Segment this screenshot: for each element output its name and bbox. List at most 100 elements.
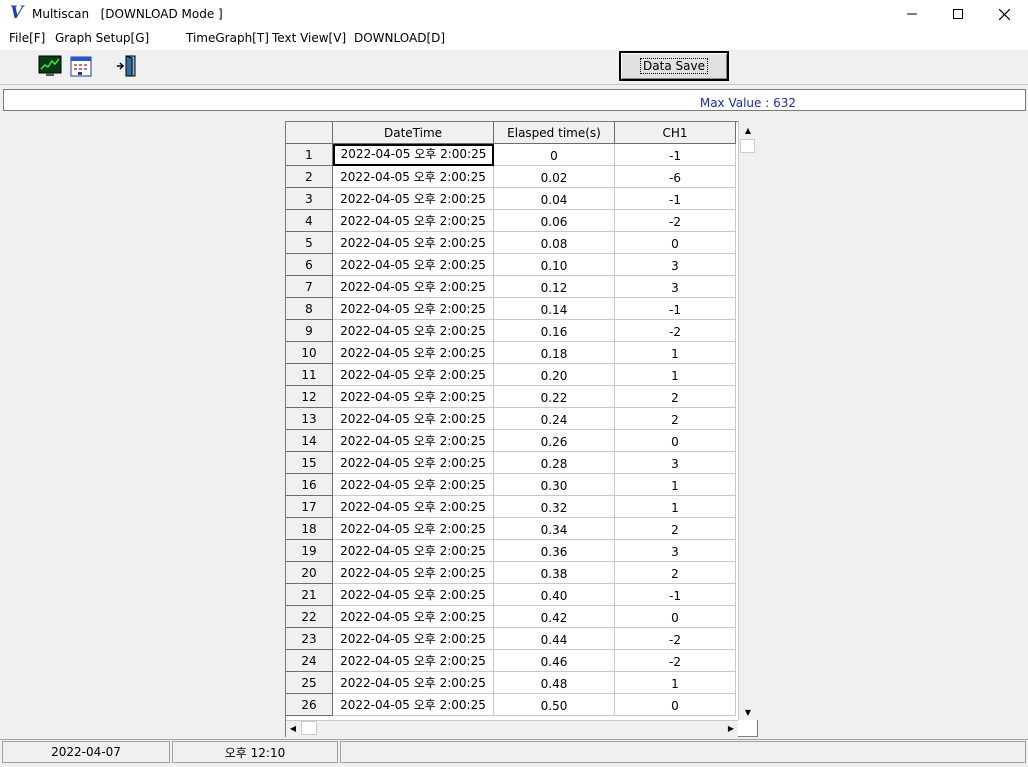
cell-ch1[interactable]: 2 bbox=[615, 408, 736, 430]
row-number[interactable]: 19 bbox=[286, 540, 333, 562]
cell-elapsed-time[interactable]: 0.28 bbox=[494, 452, 615, 474]
cell-datetime[interactable]: 2022-04-05 오후 2:00:25 bbox=[333, 474, 494, 496]
table-row[interactable]: 16 2022-04-05 오후 2:00:25 0.30 1 bbox=[286, 474, 738, 496]
graph-monitor-button[interactable] bbox=[37, 53, 63, 79]
close-button[interactable] bbox=[981, 0, 1027, 28]
row-number[interactable]: 2 bbox=[286, 166, 333, 188]
cell-ch1[interactable]: 2 bbox=[615, 562, 736, 584]
cell-elapsed-time[interactable]: 0.40 bbox=[494, 584, 615, 606]
cell-datetime[interactable]: 2022-04-05 오후 2:00:25 bbox=[333, 562, 494, 584]
table-row[interactable]: 10 2022-04-05 오후 2:00:25 0.18 1 bbox=[286, 342, 738, 364]
cell-ch1[interactable]: -6 bbox=[615, 166, 736, 188]
horizontal-scrollbar[interactable] bbox=[286, 720, 738, 737]
cell-elapsed-time[interactable]: 0.32 bbox=[494, 496, 615, 518]
cell-elapsed-time[interactable]: 0.02 bbox=[494, 166, 615, 188]
table-row[interactable]: 3 2022-04-05 오후 2:00:25 0.04 -1 bbox=[286, 188, 738, 210]
menu-timegraph[interactable]: TimeGraph[T] bbox=[186, 31, 269, 45]
header-ch1[interactable]: CH1 bbox=[615, 122, 736, 144]
cell-ch1[interactable]: 3 bbox=[615, 254, 736, 276]
cell-elapsed-time[interactable]: 0.50 bbox=[494, 694, 615, 716]
row-number[interactable]: 9 bbox=[286, 320, 333, 342]
cell-ch1[interactable]: 3 bbox=[615, 452, 736, 474]
cell-ch1[interactable]: 1 bbox=[615, 342, 736, 364]
cell-ch1[interactable]: -2 bbox=[615, 320, 736, 342]
scroll-right-icon[interactable]: ▶ bbox=[725, 721, 737, 735]
cell-datetime[interactable]: 2022-04-05 오후 2:00:25 bbox=[333, 408, 494, 430]
header-elapsed-time[interactable]: Elasped time(s) bbox=[494, 122, 615, 144]
table-row[interactable]: 5 2022-04-05 오후 2:00:25 0.08 0 bbox=[286, 232, 738, 254]
menu-file[interactable]: File[F] bbox=[9, 31, 45, 45]
cell-datetime[interactable]: 2022-04-05 오후 2:00:25 bbox=[333, 188, 494, 210]
row-number[interactable]: 8 bbox=[286, 298, 333, 320]
row-number[interactable]: 17 bbox=[286, 496, 333, 518]
cell-datetime[interactable]: 2022-04-05 오후 2:00:25 bbox=[333, 584, 494, 606]
table-row[interactable]: 14 2022-04-05 오후 2:00:25 0.26 0 bbox=[286, 430, 738, 452]
table-row[interactable]: 12 2022-04-05 오후 2:00:25 0.22 2 bbox=[286, 386, 738, 408]
cell-ch1[interactable]: -2 bbox=[615, 210, 736, 232]
row-number[interactable]: 11 bbox=[286, 364, 333, 386]
row-number[interactable]: 1 bbox=[286, 144, 333, 166]
cell-elapsed-time[interactable]: 0.18 bbox=[494, 342, 615, 364]
cell-datetime[interactable]: 2022-04-05 오후 2:00:25 bbox=[333, 210, 494, 232]
cell-elapsed-time[interactable]: 0.12 bbox=[494, 276, 615, 298]
table-row[interactable]: 7 2022-04-05 오후 2:00:25 0.12 3 bbox=[286, 276, 738, 298]
cell-ch1[interactable]: -1 bbox=[615, 298, 736, 320]
cell-datetime[interactable]: 2022-04-05 오후 2:00:25 bbox=[333, 298, 494, 320]
row-number[interactable]: 3 bbox=[286, 188, 333, 210]
cell-ch1[interactable]: 3 bbox=[615, 276, 736, 298]
data-save-button[interactable]: Data Save bbox=[619, 51, 729, 81]
row-number[interactable]: 6 bbox=[286, 254, 333, 276]
calendar-button[interactable] bbox=[68, 53, 94, 79]
cell-datetime[interactable]: 2022-04-05 오후 2:00:25 bbox=[333, 364, 494, 386]
maximize-button[interactable] bbox=[935, 0, 981, 28]
cell-elapsed-time[interactable]: 0.34 bbox=[494, 518, 615, 540]
row-number[interactable]: 22 bbox=[286, 606, 333, 628]
vertical-scrollbar[interactable] bbox=[738, 121, 758, 720]
scroll-up-icon[interactable]: ▲ bbox=[741, 123, 755, 137]
row-number[interactable]: 7 bbox=[286, 276, 333, 298]
cell-datetime[interactable]: 2022-04-05 오후 2:00:25 bbox=[333, 452, 494, 474]
row-number[interactable]: 4 bbox=[286, 210, 333, 232]
cell-datetime[interactable]: 2022-04-05 오후 2:00:25 bbox=[333, 694, 494, 716]
row-number[interactable]: 15 bbox=[286, 452, 333, 474]
cell-ch1[interactable]: 0 bbox=[615, 606, 736, 628]
cell-elapsed-time[interactable]: 0.36 bbox=[494, 540, 615, 562]
cell-elapsed-time[interactable]: 0.24 bbox=[494, 408, 615, 430]
row-number[interactable]: 21 bbox=[286, 584, 333, 606]
cell-ch1[interactable]: 1 bbox=[615, 672, 736, 694]
header-datetime[interactable]: DateTime bbox=[333, 122, 494, 144]
table-row[interactable]: 4 2022-04-05 오후 2:00:25 0.06 -2 bbox=[286, 210, 738, 232]
row-number[interactable]: 20 bbox=[286, 562, 333, 584]
table-row[interactable]: 21 2022-04-05 오후 2:00:25 0.40 -1 bbox=[286, 584, 738, 606]
cell-ch1[interactable]: -1 bbox=[615, 584, 736, 606]
row-number[interactable]: 12 bbox=[286, 386, 333, 408]
cell-datetime[interactable]: 2022-04-05 오후 2:00:25 bbox=[333, 606, 494, 628]
exit-button[interactable] bbox=[114, 53, 140, 79]
cell-datetime[interactable]: 2022-04-05 오후 2:00:25 bbox=[333, 672, 494, 694]
cell-datetime[interactable]: 2022-04-05 오후 2:00:25 bbox=[333, 276, 494, 298]
table-row[interactable]: 22 2022-04-05 오후 2:00:25 0.42 0 bbox=[286, 606, 738, 628]
table-row[interactable]: 8 2022-04-05 오후 2:00:25 0.14 -1 bbox=[286, 298, 738, 320]
table-row[interactable]: 26 2022-04-05 오후 2:00:25 0.50 0 bbox=[286, 694, 738, 716]
menu-text-view[interactable]: Text View[V] bbox=[272, 31, 346, 45]
cell-elapsed-time[interactable]: 0.06 bbox=[494, 210, 615, 232]
table-row[interactable]: 15 2022-04-05 오후 2:00:25 0.28 3 bbox=[286, 452, 738, 474]
cell-datetime[interactable]: 2022-04-05 오후 2:00:25 bbox=[333, 430, 494, 452]
cell-elapsed-time[interactable]: 0.10 bbox=[494, 254, 615, 276]
row-number[interactable]: 5 bbox=[286, 232, 333, 254]
cell-datetime[interactable]: 2022-04-05 오후 2:00:25 bbox=[333, 518, 494, 540]
cell-ch1[interactable]: 0 bbox=[615, 232, 736, 254]
cell-ch1[interactable]: -2 bbox=[615, 650, 736, 672]
cell-elapsed-time[interactable]: 0 bbox=[494, 144, 615, 166]
table-row[interactable]: 18 2022-04-05 오후 2:00:25 0.34 2 bbox=[286, 518, 738, 540]
table-row[interactable]: 17 2022-04-05 오후 2:00:25 0.32 1 bbox=[286, 496, 738, 518]
table-row[interactable]: 23 2022-04-05 오후 2:00:25 0.44 -2 bbox=[286, 628, 738, 650]
cell-ch1[interactable]: -1 bbox=[615, 144, 736, 166]
table-row[interactable]: 1 2022-04-05 오후 2:00:25 0 -1 bbox=[286, 144, 738, 166]
cell-elapsed-time[interactable]: 0.44 bbox=[494, 628, 615, 650]
cell-datetime[interactable]: 2022-04-05 오후 2:00:25 bbox=[333, 628, 494, 650]
horizontal-scroll-thumb[interactable] bbox=[301, 721, 317, 735]
table-row[interactable]: 24 2022-04-05 오후 2:00:25 0.46 -2 bbox=[286, 650, 738, 672]
cell-elapsed-time[interactable]: 0.26 bbox=[494, 430, 615, 452]
cell-elapsed-time[interactable]: 0.46 bbox=[494, 650, 615, 672]
